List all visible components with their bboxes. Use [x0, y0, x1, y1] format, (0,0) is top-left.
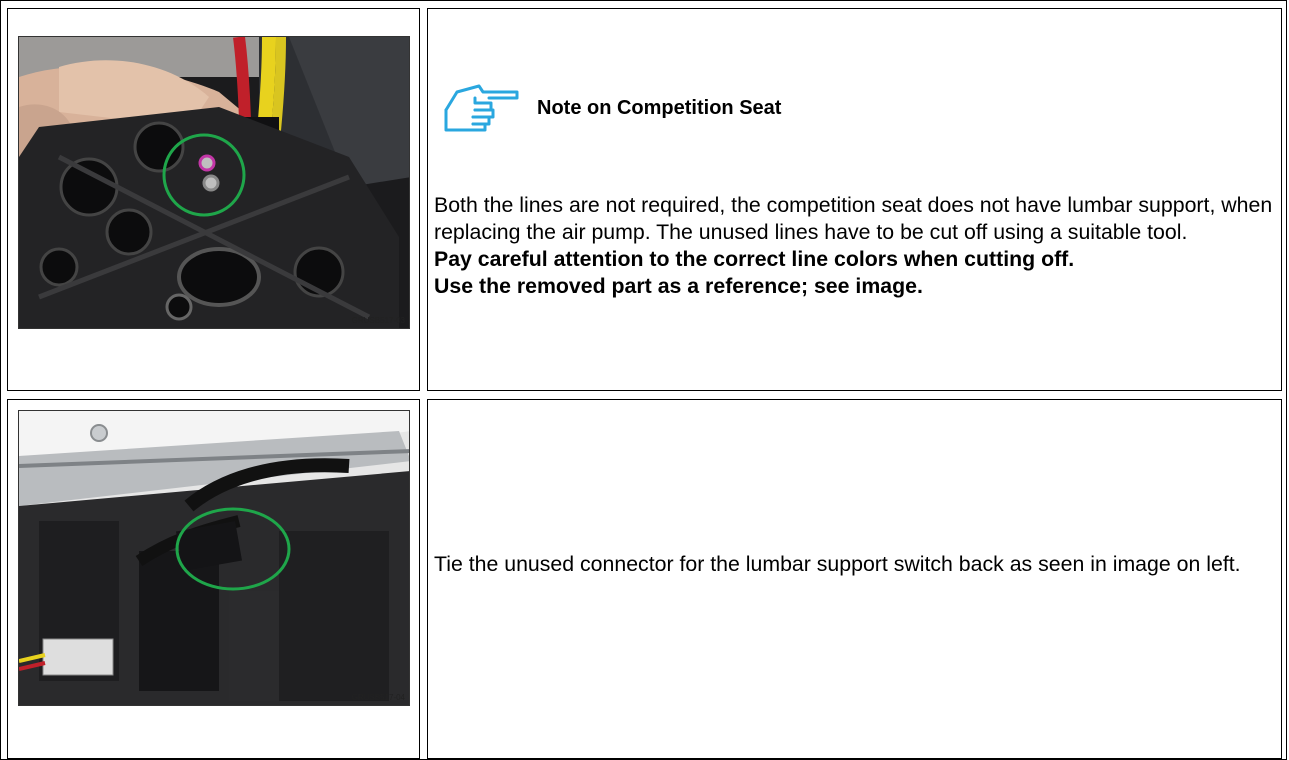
photo-connector-illustration	[19, 411, 409, 705]
instruction-text-1: Both the lines are not required, the com…	[434, 192, 1274, 300]
photo-lumbar-connector: GRUSB517-04	[18, 410, 410, 706]
note-header: Note on Competition Seat	[443, 80, 1043, 136]
instruction-bold-line-2: Use the removed part as a reference; see…	[434, 274, 923, 298]
instruction-text-2: Tie the unused connector for the lumbar …	[434, 551, 1274, 578]
table-cell-text-2	[427, 399, 1282, 759]
note-title: Note on Competition Seat	[537, 97, 782, 119]
instruction-paragraph-1: Both the lines are not required, the com…	[434, 193, 1273, 244]
photo-air-pump-lines: GRUSB517-03	[18, 36, 410, 329]
image-id-label: GRUSB517-03	[351, 316, 405, 325]
image-id-label: GRUSB517-04	[351, 693, 405, 702]
pointing-hand-icon	[444, 84, 519, 132]
instruction-bold-line-1: Pay careful attention to the correct lin…	[434, 247, 1075, 271]
instruction-paragraph-2: Tie the unused connector for the lumbar …	[434, 552, 1241, 576]
photo-air-pump-illustration	[19, 37, 409, 328]
